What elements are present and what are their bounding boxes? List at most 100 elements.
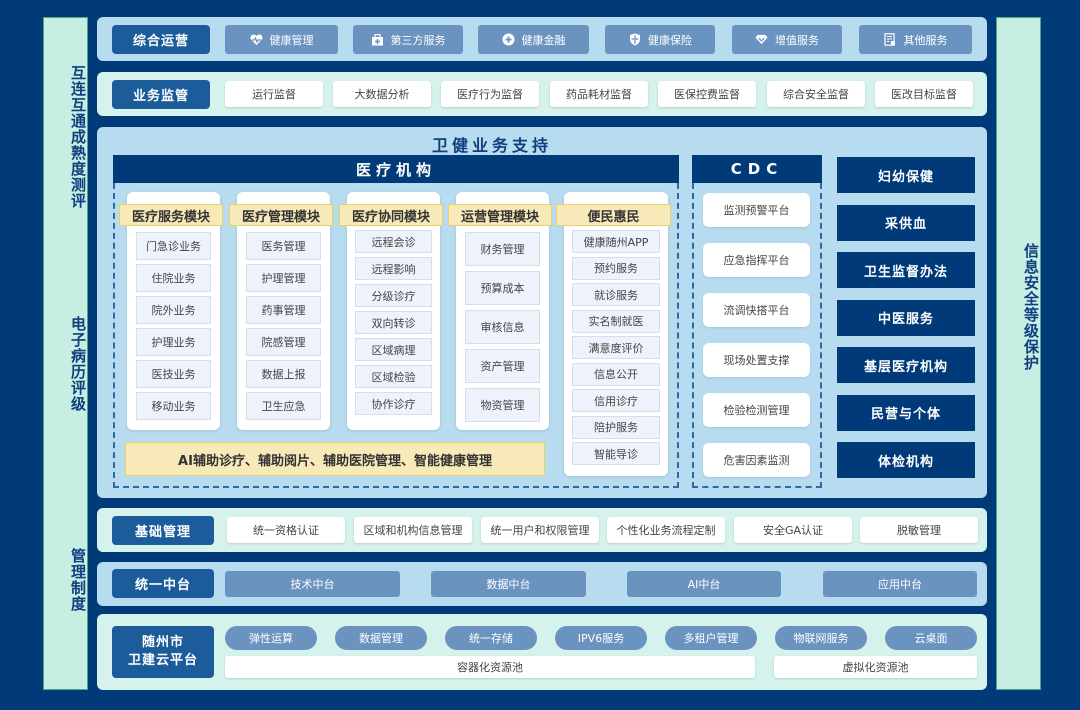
container-pool[interactable]: 容器化资源池 — [225, 656, 755, 678]
ops-item-label: 健康金融 — [521, 33, 566, 47]
base-mgmt-label[interactable]: 基础管理 — [112, 516, 214, 545]
cloud-service-pill[interactable]: 数据管理 — [335, 626, 427, 650]
middle-platform-app[interactable]: 应用中台 — [823, 571, 977, 597]
module-item[interactable]: 物资管理 — [465, 388, 540, 422]
module-item[interactable]: 双向转诊 — [355, 311, 432, 334]
module-item[interactable]: 医务管理 — [246, 232, 321, 260]
ops-label[interactable]: 综合运营 — [112, 25, 210, 54]
heart-pulse-icon — [249, 33, 263, 46]
ops-item-label: 健康管理 — [269, 33, 314, 47]
cdc-item[interactable]: 应急指挥平台 — [703, 243, 810, 277]
cdc-item[interactable]: 危害因素监测 — [703, 443, 810, 477]
module-title: 运营管理模块 — [448, 204, 552, 226]
module-item[interactable]: 预算成本 — [465, 271, 540, 305]
module-item[interactable]: 智能导诊 — [572, 442, 660, 465]
module-item[interactable]: 协作诊疗 — [355, 392, 432, 415]
supervision-item[interactable]: 医疗行为监督 — [441, 81, 539, 107]
base-mgmt-item[interactable]: 安全GA认证 — [734, 517, 852, 543]
ops-row: 综合运营 健康管理 第三方服务 健康金融 健康保险 增值服务 其他服务 — [97, 17, 987, 61]
ops-item-other[interactable]: 其他服务 — [859, 25, 972, 54]
cdc-item[interactable]: 监测预警平台 — [703, 193, 810, 227]
module-items: 健康随州APP 预约服务就诊服务实名制就医满意度评价信息公开信用诊疗陪护服务智能导… — [572, 230, 660, 469]
module-item[interactable]: 院外业务 — [136, 296, 211, 324]
module-item[interactable]: 实名制就医 — [572, 309, 660, 333]
module-item[interactable]: 护理管理 — [246, 264, 321, 292]
module-item[interactable]: 门急诊业务 — [136, 232, 211, 260]
module-item[interactable]: 护理业务 — [136, 328, 211, 356]
module-item[interactable]: 预约服务 — [572, 256, 660, 280]
module-item[interactable]: 分级诊疗 — [355, 284, 432, 307]
diamond-icon — [755, 33, 768, 46]
ops-item-third-party[interactable]: 第三方服务 — [353, 25, 463, 54]
module-title: 医疗管理模块 — [229, 204, 333, 226]
module-item[interactable]: 卫生应急 — [246, 392, 321, 420]
institution-tile[interactable]: 妇幼保健 — [837, 157, 975, 193]
virtualization-pool[interactable]: 虚拟化资源池 — [774, 656, 977, 678]
ops-item-value-added[interactable]: 增值服务 — [732, 25, 842, 54]
middle-platform-data[interactable]: 数据中台 — [431, 571, 586, 597]
middle-platform-tech[interactable]: 技术中台 — [225, 571, 400, 597]
institution-tile[interactable]: 中医服务 — [837, 299, 975, 336]
module-item[interactable]: 医技业务 — [136, 360, 211, 388]
cloud-service-pill[interactable]: 物联网服务 — [775, 626, 867, 650]
supervision-item[interactable]: 医改目标监督 — [875, 81, 973, 107]
module-operations-mgmt: 运营管理模块 财务管理预算成本审核信息资产管理物资管理 — [448, 192, 552, 430]
module-item[interactable]: 财务管理 — [465, 232, 540, 266]
supervision-label[interactable]: 业务监管 — [112, 80, 210, 109]
module-item[interactable]: 住院业务 — [136, 264, 211, 292]
ops-item-finance[interactable]: 健康金融 — [478, 25, 589, 54]
module-item[interactable]: 远程会诊 — [355, 230, 432, 253]
institution-tile[interactable]: 民营与个体 — [837, 394, 975, 431]
module-item[interactable]: 移动业务 — [136, 392, 211, 420]
supervision-item[interactable]: 大数据分析 — [333, 81, 431, 107]
middle-platform-label[interactable]: 统一中台 — [112, 569, 214, 598]
cdc-item[interactable]: 流调快搭平台 — [703, 293, 810, 327]
cloud-service-pill[interactable]: IPV6服务 — [555, 626, 647, 650]
cloud-service-pill[interactable]: 弹性运算 — [225, 626, 317, 650]
supervision-item[interactable]: 综合安全监督 — [767, 81, 865, 107]
supervision-item[interactable]: 运行监督 — [225, 81, 323, 107]
supervision-row: 业务监管 运行监督 大数据分析 医疗行为监督 药品耗材监督 医保控费监督 综合安… — [97, 72, 987, 116]
module-item[interactable]: 区域检验 — [355, 365, 432, 388]
module-item[interactable]: 就诊服务 — [572, 283, 660, 306]
sidebar-section-mgmt: 管理制度 — [69, 548, 87, 612]
cloud-service-pill[interactable]: 多租户管理 — [665, 626, 757, 650]
supervision-item[interactable]: 医保控费监督 — [658, 81, 756, 107]
ops-item-health-mgmt[interactable]: 健康管理 — [225, 25, 338, 54]
cdc-item[interactable]: 检验检测管理 — [703, 393, 810, 427]
module-item[interactable]: 资产管理 — [465, 349, 540, 383]
cloud-service-pill[interactable]: 统一存储 — [445, 626, 537, 650]
middle-platform-row: 统一中台 技术中台 数据中台 AI中台 应用中台 — [97, 562, 987, 606]
cloud-label-line2: 卫建云平台 — [127, 653, 198, 668]
base-mgmt-item[interactable]: 脱敏管理 — [860, 517, 978, 543]
institution-tile[interactable]: 体检机构 — [837, 442, 975, 478]
module-item[interactable]: 院感管理 — [246, 328, 321, 356]
cdc-item[interactable]: 现场处置支撑 — [703, 343, 810, 377]
module-item[interactable]: 信用诊疗 — [572, 389, 660, 412]
cloud-platform-label[interactable]: 随州市 卫建云平台 — [112, 626, 214, 678]
supervision-item[interactable]: 药品耗材监督 — [550, 81, 648, 107]
module-item[interactable]: 满意度评价 — [572, 336, 660, 359]
security-label: 信息安全等级保护 — [1022, 243, 1040, 371]
base-mgmt-item[interactable]: 区域和机构信息管理 — [354, 517, 472, 543]
base-mgmt-item[interactable]: 个性化业务流程定制 — [607, 517, 725, 543]
module-item[interactable]: 远程影响 — [355, 257, 432, 280]
cdc-header: CDC — [692, 155, 822, 183]
module-item[interactable]: 药事管理 — [246, 296, 321, 324]
cloud-service-pill[interactable]: 云桌面 — [885, 626, 977, 650]
module-item[interactable]: 数据上报 — [246, 360, 321, 388]
module-item[interactable]: 陪护服务 — [572, 415, 660, 439]
ops-item-insurance[interactable]: 健康保险 — [605, 25, 715, 54]
module-title: 医疗服务模块 — [119, 204, 223, 226]
module-item[interactable]: 信息公开 — [572, 362, 660, 386]
module-item[interactable]: 区域病理 — [355, 338, 432, 361]
ops-item-label: 增值服务 — [775, 33, 819, 47]
module-item[interactable]: 健康随州APP — [572, 230, 660, 253]
base-mgmt-item[interactable]: 统一用户和权限管理 — [481, 517, 599, 543]
module-item[interactable]: 审核信息 — [465, 310, 540, 344]
institution-tile[interactable]: 卫生监督办法 — [837, 252, 975, 288]
base-mgmt-item[interactable]: 统一资格认证 — [227, 517, 345, 543]
institution-tile[interactable]: 基层医疗机构 — [837, 347, 975, 383]
institution-tile[interactable]: 采供血 — [837, 204, 975, 241]
middle-platform-ai[interactable]: AI中台 — [627, 571, 781, 597]
